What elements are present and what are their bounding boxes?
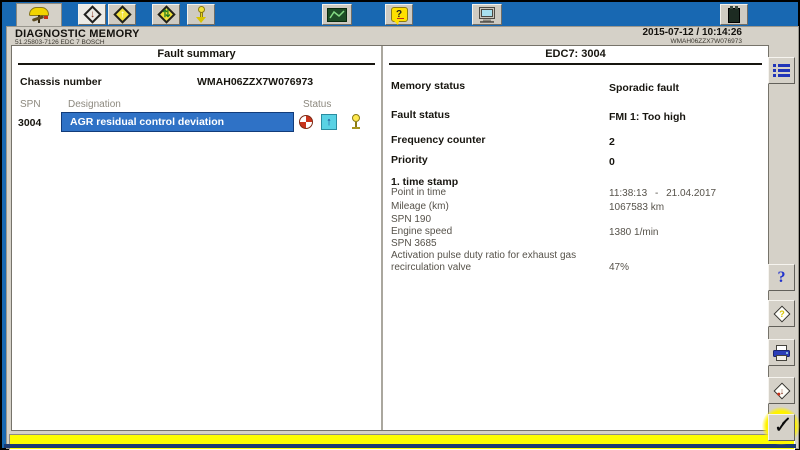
mileage-label: Mileage (km): [391, 201, 587, 213]
diamond-up-arrow-icon: ↑: [113, 5, 131, 23]
engine-speed-value: 1380 1/min: [609, 227, 658, 238]
engine-speed-row: SPN 190 Engine speed 1380 1/min: [391, 214, 762, 238]
engine-speed-label: Engine speed: [391, 226, 587, 238]
computer-button[interactable]: [472, 4, 502, 25]
point-in-time-row: Point in time 11:38:13 - 21.04.2017: [391, 187, 762, 199]
memory-status-value: Sporadic fault: [609, 82, 679, 94]
fault-detail-panel: EDC7: 3004 Memory status Sporadic fault …: [383, 46, 768, 430]
chassis-number-label: Chassis number: [20, 76, 102, 88]
battery-icon: [728, 8, 740, 23]
readout-down-button[interactable]: ↓: [78, 4, 106, 25]
frequency-counter-label: Frequency counter: [391, 134, 486, 146]
mileage-row: Mileage (km) 1067583 km: [391, 201, 762, 213]
engine-speed-spn: SPN 190: [391, 214, 587, 226]
fault-row-spn: 3004: [18, 117, 41, 129]
shield-help-button[interactable]: ?: [768, 300, 795, 327]
fault-status-row: Fault status FMI 1: Too high: [391, 105, 762, 123]
frequency-counter-row: Frequency counter 2: [391, 130, 762, 148]
tab-diagnostic-memory[interactable]: [16, 3, 62, 26]
help-bubble-icon: ?: [391, 7, 408, 22]
top-toolbar: ↓ ↑ ⇅ ?: [4, 2, 796, 26]
mileage-value: 1067583 km: [609, 202, 664, 213]
readout-up-button[interactable]: ↑: [108, 4, 136, 25]
column-header-spn: SPN: [20, 99, 41, 110]
exchange-button[interactable]: ⇅: [152, 4, 180, 25]
app-window: ↓ ↑ ⇅ ?: [0, 0, 800, 450]
diamond-exchange-icon: ⇅: [157, 5, 175, 23]
printer-icon: [772, 345, 791, 361]
panels-container: Fault summary Chassis number WMAH06ZZX7W…: [11, 45, 769, 431]
help-button[interactable]: ?: [768, 264, 795, 291]
egr-duty-label: Activation pulse duty ratio for exhaust …: [391, 250, 587, 274]
fault-status-value: FMI 1: Too high: [609, 111, 686, 123]
status-up-arrow-icon: ↑: [321, 114, 337, 130]
frequency-counter-value: 2: [609, 136, 615, 148]
egr-duty-spn: SPN 3685: [391, 238, 587, 250]
priority-label: Priority: [391, 154, 428, 166]
identification-button[interactable]: [187, 4, 215, 25]
fault-list-button[interactable]: [768, 57, 795, 84]
measurement-button[interactable]: [322, 4, 352, 25]
column-header-designation: Designation: [68, 99, 121, 110]
fault-summary-panel: Fault summary Chassis number WMAH06ZZX7W…: [12, 46, 383, 430]
datetime-label: 2015-07-12 / 10:14:26: [642, 27, 742, 38]
diagnostic-memory-icon: [28, 7, 50, 23]
store-button[interactable]: ↓: [768, 377, 795, 404]
store-diamond-icon: ↓: [773, 382, 790, 399]
priority-row: Priority 0: [391, 150, 762, 168]
memory-status-label: Memory status: [391, 80, 465, 92]
fault-row-designation[interactable]: AGR residual control deviation: [61, 112, 294, 132]
column-header-status: Status: [303, 99, 331, 110]
question-mark-icon: ?: [778, 269, 786, 287]
fault-status-label: Fault status: [391, 109, 450, 121]
egr-duty-row: SPN 3685 Activation pulse duty ratio for…: [391, 238, 762, 273]
fault-summary-title: Fault summary: [18, 48, 375, 65]
ecu-battery-button[interactable]: [720, 4, 748, 25]
egr-duty-value: 47%: [609, 262, 629, 273]
memory-status-row: Memory status Sporadic fault: [391, 76, 762, 94]
diamond-down-arrow-icon: ↓: [83, 5, 101, 23]
toolbar-help-button[interactable]: ?: [385, 4, 413, 25]
fault-detail-title: EDC7: 3004: [389, 48, 762, 65]
computer-icon: [478, 7, 496, 23]
sporadic-fault-pie-icon: [299, 115, 313, 129]
list-icon: [773, 64, 790, 77]
bottom-frame-strip: [4, 444, 796, 448]
component-spark-icon: [350, 114, 362, 130]
point-in-time-value: 11:38:13 - 21.04.2017: [609, 188, 716, 199]
content-area: DIAGNOSTIC MEMORY 51.25803-7126 EDC 7 BO…: [6, 26, 799, 449]
confirm-button[interactable]: ✓: [768, 414, 795, 441]
plug-down-icon: [195, 6, 207, 23]
oscilloscope-monitor-icon: [327, 8, 347, 22]
print-button[interactable]: [768, 339, 795, 366]
priority-value: 0: [609, 156, 615, 168]
vin-label: WMAH06ZZX7W076973: [670, 38, 742, 45]
shield-question-icon: ?: [773, 305, 790, 322]
point-in-time-label: Point in time: [391, 187, 587, 199]
chassis-number-value: WMAH06ZZX7W076973: [197, 76, 313, 88]
